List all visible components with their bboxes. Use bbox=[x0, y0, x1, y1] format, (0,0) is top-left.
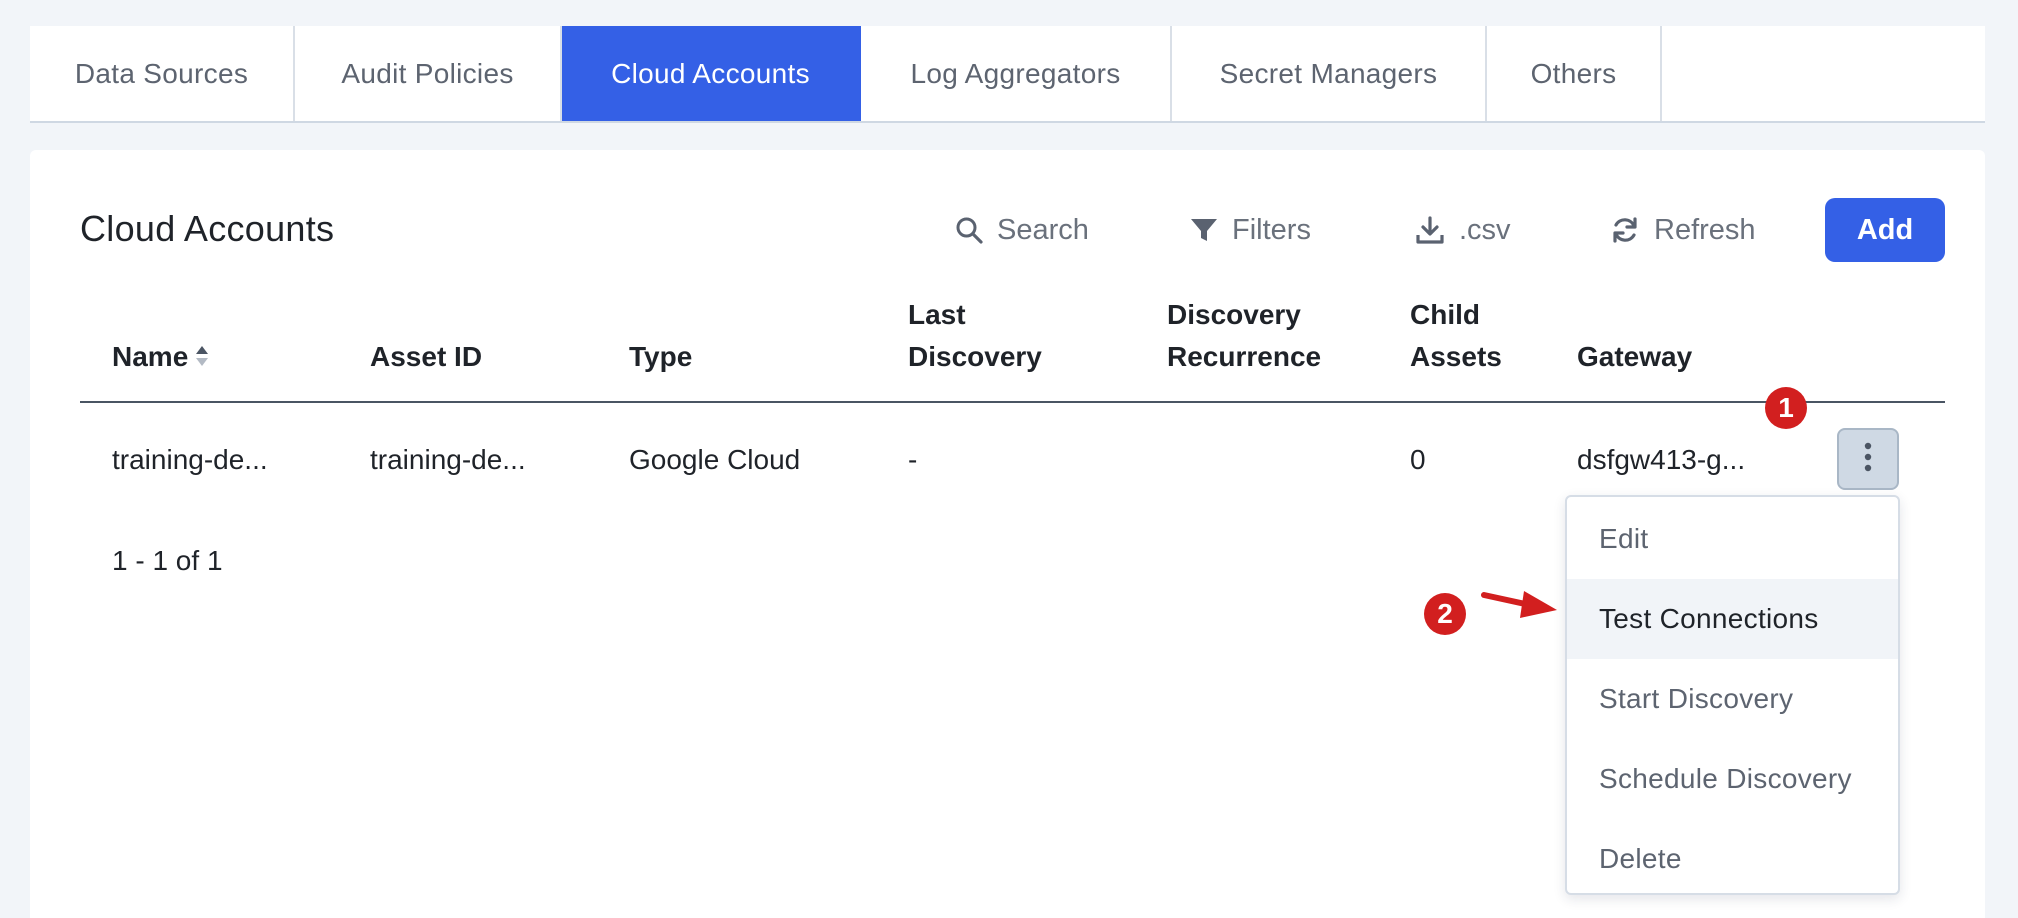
column-header-name-label: Name bbox=[112, 341, 189, 372]
add-button[interactable]: Add bbox=[1825, 198, 1945, 262]
tab-bar: Data Sources Audit Policies Cloud Accoun… bbox=[30, 26, 1985, 123]
column-header-line: Last bbox=[908, 299, 966, 330]
csv-label: .csv bbox=[1459, 213, 1511, 246]
page-title: Cloud Accounts bbox=[80, 208, 335, 249]
cell-name[interactable]: training-de... bbox=[112, 440, 268, 480]
refresh-label: Refresh bbox=[1654, 213, 1756, 246]
cell-child-assets: 0 bbox=[1410, 444, 1426, 475]
filter-icon bbox=[1190, 216, 1218, 244]
download-icon bbox=[1415, 215, 1445, 245]
sort-icon[interactable] bbox=[194, 338, 210, 380]
tab-log-aggregators[interactable]: Log Aggregators bbox=[861, 26, 1172, 121]
search-button[interactable]: Search bbox=[955, 208, 1089, 252]
column-header-line: Discovery bbox=[908, 341, 1042, 372]
search-icon bbox=[955, 216, 983, 244]
tab-others[interactable]: Others bbox=[1487, 26, 1662, 121]
refresh-icon bbox=[1610, 215, 1640, 245]
column-header-gateway: Gateway bbox=[1577, 341, 1693, 372]
column-header-line: Child bbox=[1410, 299, 1480, 330]
pagination-summary: 1 - 1 of 1 bbox=[112, 545, 223, 576]
menu-item-edit[interactable]: Edit bbox=[1567, 499, 1898, 579]
tab-cloud-accounts[interactable]: Cloud Accounts bbox=[562, 26, 861, 121]
column-header-line: Recurrence bbox=[1167, 341, 1322, 372]
column-header-name[interactable]: Name bbox=[112, 336, 210, 380]
annotation-arrow bbox=[1480, 585, 1560, 630]
table-header-divider bbox=[80, 401, 1945, 403]
column-header-child-assets: Child Assets bbox=[1410, 294, 1502, 378]
cell-type: Google Cloud bbox=[629, 444, 801, 475]
menu-item-test-connections[interactable]: Test Connections bbox=[1567, 579, 1898, 659]
cell-asset-id: training-de... bbox=[370, 444, 526, 475]
annotation-badge-1: 1 bbox=[1765, 387, 1807, 429]
column-header-asset-id: Asset ID bbox=[370, 341, 483, 372]
column-header-last-discovery: Last Discovery bbox=[908, 294, 1042, 378]
cell-last-discovery: - bbox=[908, 444, 918, 475]
tab-data-sources[interactable]: Data Sources bbox=[30, 26, 295, 121]
filters-button[interactable]: Filters bbox=[1190, 208, 1311, 252]
menu-item-schedule-discovery[interactable]: Schedule Discovery bbox=[1567, 739, 1898, 819]
more-vertical-icon bbox=[1863, 441, 1873, 478]
column-header-line: Assets bbox=[1410, 341, 1502, 372]
column-header-line: Discovery bbox=[1167, 299, 1301, 330]
tab-audit-policies[interactable]: Audit Policies bbox=[295, 26, 562, 121]
refresh-button[interactable]: Refresh bbox=[1610, 208, 1756, 252]
column-header-type: Type bbox=[629, 341, 693, 372]
csv-export-button[interactable]: .csv bbox=[1415, 208, 1511, 252]
search-label: Search bbox=[997, 213, 1089, 246]
row-actions-button[interactable] bbox=[1837, 428, 1899, 490]
filters-label: Filters bbox=[1232, 213, 1311, 246]
tab-secret-managers[interactable]: Secret Managers bbox=[1172, 26, 1487, 121]
menu-item-delete[interactable]: Delete bbox=[1567, 819, 1898, 899]
row-actions-menu: Edit Test Connections Start Discovery Sc… bbox=[1565, 495, 1900, 895]
annotation-badge-2: 2 bbox=[1424, 593, 1466, 635]
menu-item-start-discovery[interactable]: Start Discovery bbox=[1567, 659, 1898, 739]
cell-gateway: dsfgw413-g... bbox=[1577, 444, 1746, 475]
column-header-discovery-recurrence: Discovery Recurrence bbox=[1167, 294, 1321, 378]
